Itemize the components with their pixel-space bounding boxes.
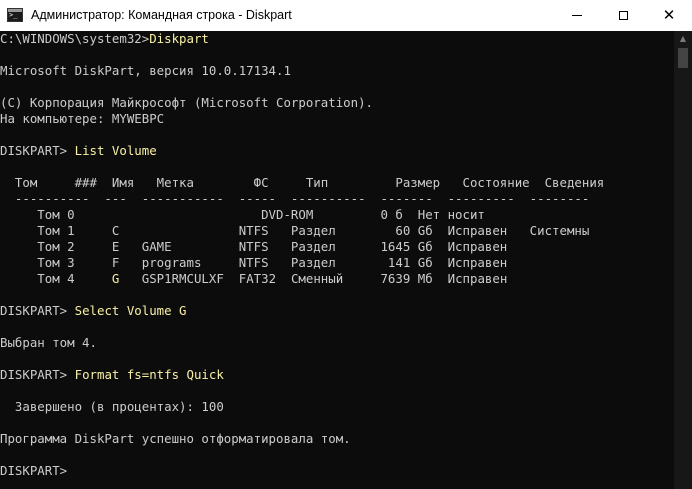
command-list-volume: List Volume bbox=[74, 143, 157, 158]
cmd-window: Администратор: Командная строка - Diskpa… bbox=[0, 0, 692, 489]
volume-row-4: Том 4 G GSP1RMCULXF FAT32 Сменный 7639 М… bbox=[0, 271, 507, 287]
close-icon: ✕ bbox=[662, 6, 676, 24]
volume-row-3: Том 3 F programs NTFS Раздел 141 Gб Испр… bbox=[0, 255, 508, 270]
volume-table-header: Том ### Имя Метка ФС Тип Размер Состояни… bbox=[0, 175, 605, 190]
vertical-scrollbar[interactable]: ▲ bbox=[674, 31, 692, 489]
console-line-selected: Выбран том 4. bbox=[0, 335, 97, 350]
scroll-up-icon[interactable]: ▲ bbox=[674, 31, 692, 47]
console-line-prompt: C:\WINDOWS\system32>Diskpart bbox=[0, 31, 209, 47]
diskpart-prompt: DISKPART> bbox=[0, 143, 75, 158]
diskpart-prompt: DISKPART> bbox=[0, 303, 75, 318]
title-bar[interactable]: Администратор: Командная строка - Diskpa… bbox=[0, 0, 692, 31]
console-line-format: DISKPART> Format fs=ntfs Quick bbox=[0, 367, 224, 383]
volume-table-separator: ---------- --- ----------- ----- -------… bbox=[0, 191, 590, 206]
console-line-select: DISKPART> Select Volume G bbox=[0, 303, 187, 319]
cmd-icon bbox=[7, 8, 23, 22]
volume-row-0: Том 0 DVD-ROM 0 б Нет носит bbox=[0, 207, 485, 222]
command-diskpart: Diskpart bbox=[149, 31, 209, 46]
close-button[interactable]: ✕ bbox=[646, 0, 692, 31]
maximize-button[interactable] bbox=[600, 0, 646, 31]
console-output[interactable]: C:\WINDOWS\system32>Diskpart Microsoft D… bbox=[0, 31, 674, 489]
console-line-progress: Завершено (в процентах): 100 bbox=[0, 399, 224, 414]
console-line-computer: На компьютере: MYWEBPC bbox=[0, 111, 165, 126]
prompt-path: C:\WINDOWS\system32> bbox=[0, 31, 150, 46]
console-line-version: Microsoft DiskPart, версия 10.0.17134.1 bbox=[0, 63, 291, 78]
volume-row-2: Том 2 E GAME NTFS Раздел 1645 Gб Исправе… bbox=[0, 239, 508, 254]
maximize-icon bbox=[618, 11, 628, 20]
console-line-list-volume: DISKPART> List Volume bbox=[0, 143, 157, 159]
console-line-copyright: (C) Корпорация Майкрософт (Microsoft Cor… bbox=[0, 95, 373, 110]
command-format: Format fs=ntfs Quick bbox=[74, 367, 224, 382]
scroll-thumb[interactable] bbox=[678, 48, 688, 68]
volume-row-4-start: Том 4 bbox=[0, 271, 112, 286]
minimize-button[interactable] bbox=[554, 0, 600, 31]
minimize-icon bbox=[572, 15, 582, 16]
diskpart-prompt: DISKPART> bbox=[0, 367, 75, 382]
console-line-final-prompt[interactable]: DISKPART> bbox=[0, 463, 67, 479]
command-select-volume: Select Volume G bbox=[74, 303, 187, 318]
volume-row-1: Том 1 C NTFS Раздел 60 Gб Исправен Систе… bbox=[0, 223, 590, 238]
window-title: Администратор: Командная строка - Diskpa… bbox=[31, 8, 292, 22]
console-line-success: Программа DiskPart успешно отформатирова… bbox=[0, 431, 351, 446]
volume-row-4-rest: GSP1RMCULXF FAT32 Сменный 7639 Мб Исправ… bbox=[119, 271, 508, 286]
